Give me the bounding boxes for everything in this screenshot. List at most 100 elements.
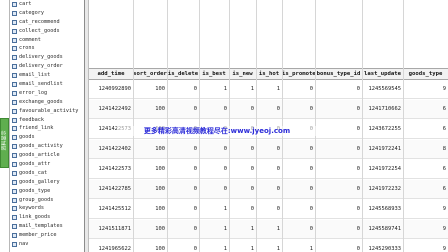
table-cell[interactable]: 0 [315, 240, 362, 252]
table-row[interactable]: 1241422492 100 0 0 0 0 0 0 1241710662 6 [89, 100, 448, 119]
table-cell[interactable]: 1241972254 [362, 160, 403, 179]
table-cell[interactable]: 1 [199, 240, 229, 252]
table-cell[interactable]: 100 [133, 140, 167, 159]
tree-item-keywords[interactable]: keywords [10, 204, 84, 213]
table-cell[interactable]: 100 [133, 180, 167, 199]
table-cell[interactable]: 0 [167, 220, 199, 239]
table-row[interactable]: 1241425512 100 0 1 0 0 0 0 1245568933 9 [89, 200, 448, 219]
table-cell[interactable]: 1 [229, 80, 256, 99]
table-cell[interactable]: 0 [167, 180, 199, 199]
table-cell[interactable]: 100 [133, 80, 167, 99]
table-cell[interactable]: 0 [315, 200, 362, 219]
column-header-bonus-type-id[interactable]: bonus_type_id [315, 69, 362, 80]
table-cell[interactable]: 0 [315, 220, 362, 239]
tree-item-crons[interactable]: crons [10, 44, 84, 53]
table-cell[interactable]: 0 [282, 160, 315, 179]
column-header-last-update[interactable]: last_update [362, 69, 403, 80]
table-cell[interactable]: 0 [256, 200, 282, 219]
table-cell[interactable]: 1241422573 [89, 160, 133, 179]
tree-item-group-goods[interactable]: group_goods [10, 196, 84, 205]
table-cell[interactable]: 0 [199, 100, 229, 119]
table-cell[interactable]: 6 [403, 180, 448, 199]
table-cell[interactable]: 1241972241 [362, 140, 403, 159]
table-cell[interactable]: 0 [167, 100, 199, 119]
table-cell[interactable]: 9 [403, 200, 448, 219]
table-cell[interactable]: 1240992890 [89, 80, 133, 99]
tree-item-category[interactable]: category [10, 9, 84, 18]
table-cell[interactable]: 0 [282, 220, 315, 239]
tree-item-mail-templates[interactable]: mail_templates [10, 222, 84, 231]
column-header-add-time[interactable]: add_time [89, 69, 133, 80]
table-cell[interactable]: 0 [315, 180, 362, 199]
column-header-goods-type[interactable]: goods_type [403, 69, 448, 80]
tree-item-delivery-order[interactable]: delivery_order [10, 62, 84, 71]
table-cell[interactable]: 0 [315, 100, 362, 119]
table-cell[interactable]: 1 [199, 200, 229, 219]
column-header-is-promote[interactable]: is_promote [282, 69, 315, 80]
column-divider[interactable] [362, 0, 363, 252]
table-cell[interactable]: 1241422402 [89, 140, 133, 159]
table-cell[interactable]: 9 [403, 220, 448, 239]
table-cell[interactable]: 1 [282, 240, 315, 252]
table-cell[interactable]: 1245569545 [362, 80, 403, 99]
table-cell[interactable]: 0 [282, 80, 315, 99]
table-row[interactable]: 1241965622 100 0 1 1 1 1 0 1245290333 9 [89, 240, 448, 252]
table-cell[interactable]: 0 [229, 100, 256, 119]
tree-item-collect-goods[interactable]: collect_goods [10, 27, 84, 36]
tree-item-goods-attr[interactable]: goods_attr [10, 160, 84, 169]
tree-item-link-goods[interactable]: link_goods [10, 213, 84, 222]
table-cell[interactable]: 1241972232 [362, 180, 403, 199]
table-cell[interactable]: 1245290333 [362, 240, 403, 252]
tree-item-email-list[interactable]: email_list [10, 71, 84, 80]
table-cell[interactable]: 1 [256, 80, 282, 99]
tree-item-member-price[interactable]: member_price [10, 231, 84, 240]
table-cell[interactable]: 0 [199, 180, 229, 199]
column-header-is-new[interactable]: is_new [229, 69, 256, 80]
column-header-sort-order[interactable]: sort_order [133, 69, 167, 80]
table-cell[interactable]: 100 [133, 100, 167, 119]
table-cell[interactable]: 0 [282, 140, 315, 159]
tree-item-email-sendlist[interactable]: email_sendlist [10, 80, 84, 89]
tree-item-goods-activity[interactable]: goods_activity [10, 142, 84, 151]
table-cell[interactable]: 0 [315, 80, 362, 99]
table-cell[interactable]: 0 [315, 140, 362, 159]
table-cell[interactable]: 1241422492 [89, 100, 133, 119]
table-row[interactable]: 1241422402 100 0 0 0 0 0 0 1241972241 8 [89, 140, 448, 159]
table-cell[interactable]: 0 [199, 140, 229, 159]
tree-item-cart[interactable]: cart [10, 0, 84, 9]
table-row[interactable]: 1241511871 100 0 1 1 1 0 0 1245589741 9 [89, 220, 448, 239]
table-cell[interactable]: 9 [403, 240, 448, 252]
tree-item-goods-article[interactable]: goods_article [10, 151, 84, 160]
table-cell[interactable]: 0 [229, 140, 256, 159]
table-cell[interactable]: 100 [133, 160, 167, 179]
table-cell[interactable]: 0 [282, 200, 315, 219]
column-divider[interactable] [403, 0, 404, 252]
table-cell[interactable]: 1 [199, 220, 229, 239]
table-cell[interactable]: 0 [256, 140, 282, 159]
table-row[interactable]: 1240992890 100 0 1 1 1 0 0 1245569545 9 [89, 80, 448, 99]
column-header-is-hot[interactable]: is_hot [256, 69, 282, 80]
table-cell[interactable]: 0 [167, 80, 199, 99]
tree-item-goods-cat[interactable]: goods_cat [10, 169, 84, 178]
table-cell[interactable]: 0 [282, 100, 315, 119]
table-cell[interactable]: 0 [229, 180, 256, 199]
table-cell[interactable]: 1 [256, 220, 282, 239]
table-cell[interactable]: 1241422785 [89, 180, 133, 199]
tree-item-cat-recommend[interactable]: cat_recommend [10, 18, 84, 27]
table-cell[interactable]: 0 [167, 200, 199, 219]
table-cell[interactable]: 1241511871 [89, 220, 133, 239]
table-cell[interactable]: 0 [315, 160, 362, 179]
side-panel-tab[interactable]: 资料显示 [0, 118, 9, 168]
table-cell[interactable]: 1241425512 [89, 200, 133, 219]
table-cell[interactable]: 6 [403, 160, 448, 179]
table-cell[interactable]: 1241965622 [89, 240, 133, 252]
tree-item-exchange-goods[interactable]: exchange_goods [10, 98, 84, 107]
tree-item-favourable-activity[interactable]: favourable_activity [10, 107, 84, 116]
tree-item-error-log[interactable]: error_log [10, 89, 84, 98]
table-cell[interactable]: 0 [167, 240, 199, 252]
table-cell[interactable]: 9 [403, 80, 448, 99]
table-cell[interactable]: 0 [199, 160, 229, 179]
table-cell[interactable]: 1 [229, 240, 256, 252]
column-header-is-best[interactable]: is_best [199, 69, 229, 80]
tree-item-goods[interactable]: goods [10, 133, 84, 142]
